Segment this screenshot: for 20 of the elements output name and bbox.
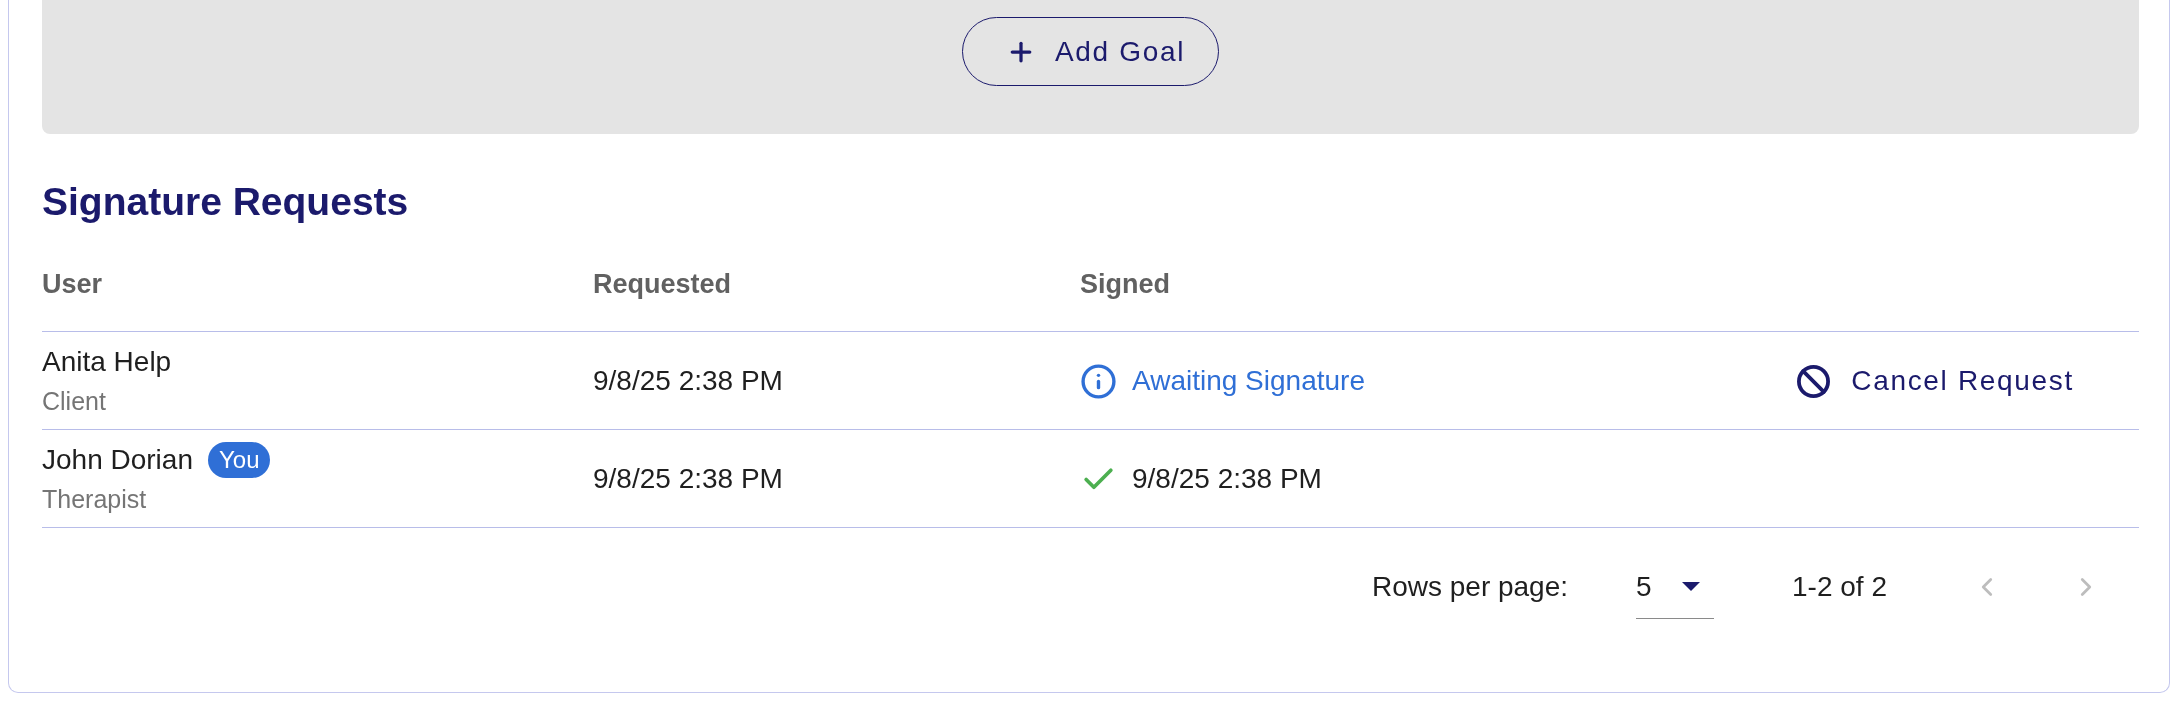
- column-header: Requested: [593, 268, 732, 301]
- signed-date: 9/8/25 2:38 PM: [1132, 462, 1322, 496]
- signature-status: Awaiting Signature: [1132, 364, 1365, 398]
- rows-per-page-select[interactable]: 5: [1636, 555, 1715, 619]
- caret-down-icon: [1682, 582, 1701, 591]
- user-role: Therapist: [42, 484, 147, 515]
- ban-icon: [1796, 363, 1832, 399]
- user-name: John Dorian: [42, 443, 193, 477]
- column-header: User: [42, 268, 103, 301]
- requested-date: 9/8/25 2:38 PM: [593, 364, 783, 398]
- cancel-request-button[interactable]: Cancel Request: [1796, 361, 2074, 401]
- info-icon: [1080, 362, 1117, 400]
- requested-date: 9/8/25 2:38 PM: [593, 462, 783, 496]
- page-range: 1-2 of 2: [1792, 570, 1887, 604]
- you-badge: You: [208, 442, 271, 478]
- user-name: Anita Help: [42, 345, 172, 379]
- column-header: Signed: [1080, 268, 1170, 301]
- user-role: Client: [42, 386, 106, 417]
- section-title: Signature Requests: [42, 179, 409, 225]
- rows-per-page-label: Rows per page:: [1371, 570, 1569, 604]
